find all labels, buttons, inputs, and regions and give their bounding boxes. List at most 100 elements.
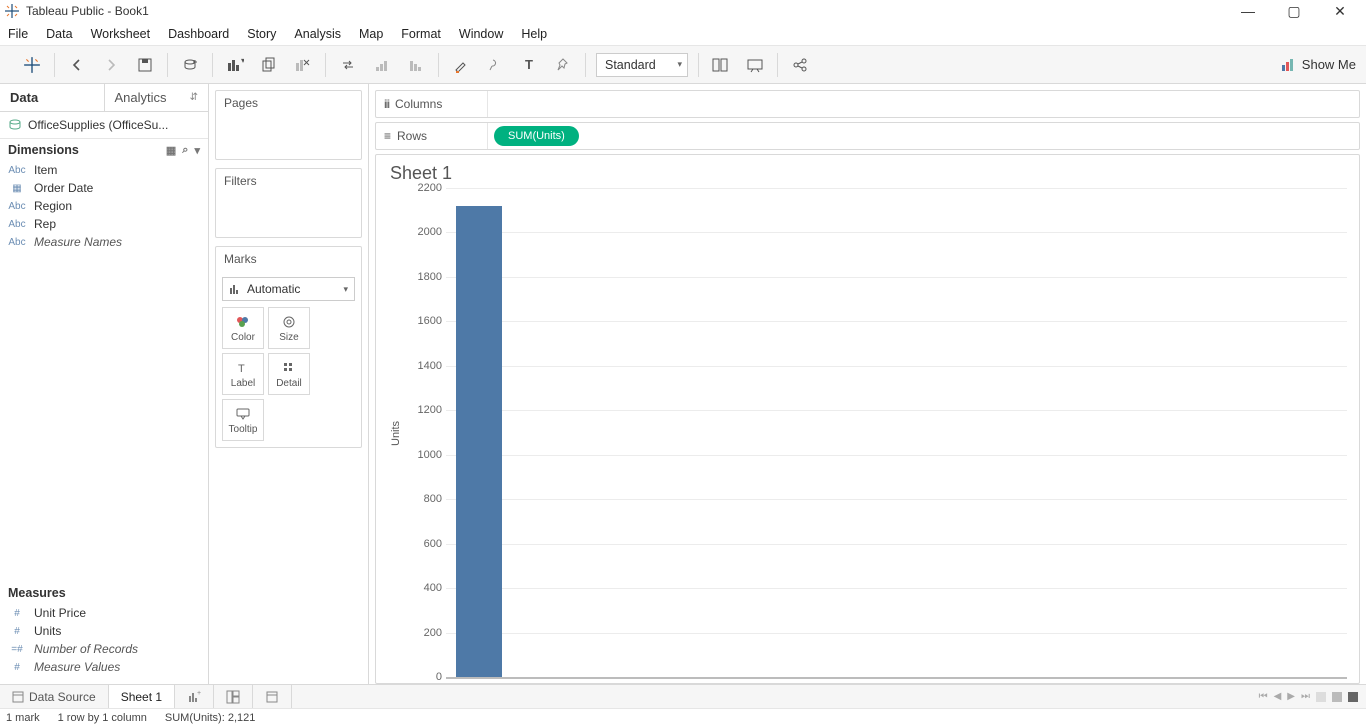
window-minimize-button[interactable]: — [1234,3,1262,20]
field-item[interactable]: AbcItem [0,161,208,179]
y-tick: 800 [424,493,442,505]
window-title: Tableau Public - Book1 [26,4,1234,18]
menu-file[interactable]: File [8,27,28,41]
viz-area: Sheet 1 Units 02004006008001000120014001… [375,154,1360,684]
fit-select[interactable]: Standard [596,53,688,77]
tableau-logo-icon [4,3,20,19]
marks-size-button[interactable]: Size [268,307,310,349]
group-button[interactable] [483,53,507,77]
show-tabs-icon[interactable] [1316,692,1326,702]
show-me-icon [1280,57,1296,73]
field-rep[interactable]: AbcRep [0,215,208,233]
duplicate-button[interactable] [257,53,281,77]
sheet-tabs: Data Source Sheet 1 + ⏮ ◀ ▶ ⏭ [0,684,1366,708]
nav-last-icon[interactable]: ⏭ [1301,691,1310,702]
columns-icon: iii [384,97,389,111]
marks-detail-button[interactable]: Detail [268,353,310,395]
abc-icon: Abc [8,165,26,176]
marks-tooltip-button[interactable]: Tooltip [222,399,264,441]
sort-asc-button[interactable] [370,53,394,77]
show-me-button[interactable]: Show Me [1280,57,1356,73]
forward-button[interactable] [99,53,123,77]
status-marks: 1 mark [6,712,40,724]
menu-worksheet[interactable]: Worksheet [91,27,151,41]
menu-map[interactable]: Map [359,27,383,41]
marks-card: Marks Automatic Color Size TLabel Detail… [215,246,362,448]
text-button[interactable]: T [517,53,541,77]
new-dashboard-tab[interactable] [214,685,253,708]
menu-help[interactable]: Help [521,27,547,41]
clear-button[interactable] [291,53,315,77]
measures-list: #Unit Price #Units =#Number of Records #… [0,604,208,684]
nav-next-icon[interactable]: ▶ [1287,691,1295,702]
nav-prev-icon[interactable]: ◀ [1274,691,1282,702]
sort-desc-button[interactable] [404,53,428,77]
tableau-icon[interactable] [20,53,44,77]
abc-icon: Abc [8,219,26,230]
pin-button[interactable] [551,53,575,77]
rows-shelf[interactable]: ≡Rows SUM(Units) [375,122,1360,150]
presentation-button[interactable] [743,53,767,77]
new-worksheet-tab[interactable]: + [175,685,214,708]
nav-first-icon[interactable]: ⏮ [1259,691,1268,702]
field-number-of-records[interactable]: =#Number of Records [0,640,208,658]
share-button[interactable] [788,53,812,77]
save-button[interactable] [133,53,157,77]
field-region[interactable]: AbcRegion [0,197,208,215]
menu-window[interactable]: Window [459,27,503,41]
back-button[interactable] [65,53,89,77]
window-close-button[interactable]: ✕ [1326,3,1354,20]
chart-plot[interactable] [446,188,1347,679]
menubar: File Data Worksheet Dashboard Story Anal… [0,22,1366,46]
menu-data[interactable]: Data [46,27,72,41]
measures-heading: Measures [0,582,208,604]
new-datasource-button[interactable] [178,53,202,77]
new-worksheet-button[interactable]: ▾ [223,53,247,77]
bar[interactable] [456,206,502,677]
menu-story[interactable]: Story [247,27,276,41]
marks-color-button[interactable]: Color [222,307,264,349]
swap-button[interactable] [336,53,360,77]
filters-card[interactable]: Filters [215,168,362,238]
menu-format[interactable]: Format [401,27,441,41]
tab-analytics[interactable]: Analytics ⇵ [105,84,209,111]
fields-menu-icon[interactable]: ▾ [194,144,200,157]
menu-dashboard[interactable]: Dashboard [168,27,229,41]
pages-card[interactable]: Pages [215,90,362,160]
window-maximize-button[interactable]: ▢ [1280,3,1308,20]
marks-type-select[interactable]: Automatic [222,277,355,301]
canvas-pane: iiiColumns ≡Rows SUM(Units) Sheet 1 Unit… [369,84,1366,684]
y-tick: 0 [436,671,442,683]
field-order-date[interactable]: ▦Order Date [0,179,208,197]
pill-sum-units[interactable]: SUM(Units) [494,126,579,146]
y-tick: 1200 [418,404,442,416]
y-tick: 200 [424,627,442,639]
sheet-title[interactable]: Sheet 1 [388,163,1347,184]
tab-data-source[interactable]: Data Source [0,685,109,708]
show-cards-button[interactable] [709,53,733,77]
view-as-icon[interactable]: ▦ [166,144,176,157]
toolbar: ▾ T Standard Show Me [0,46,1366,84]
marks-label-button[interactable]: TLabel [222,353,264,395]
tab-data[interactable]: Data [0,84,105,111]
columns-shelf[interactable]: iiiColumns [375,90,1360,118]
field-units[interactable]: #Units [0,622,208,640]
show-filmstrip-icon[interactable] [1332,692,1342,702]
tab-sheet-1[interactable]: Sheet 1 [109,685,175,708]
datasource-name: OfficeSupplies (OfficeSu... [28,118,168,132]
field-measure-values[interactable]: #Measure Values [0,658,208,676]
search-fields-icon[interactable]: ⌕ [182,144,188,157]
rows-icon: ≡ [384,129,391,143]
y-tick: 2200 [418,182,442,194]
datasource-tab-icon [12,691,24,703]
svg-text:T: T [238,363,245,375]
menu-analysis[interactable]: Analysis [294,27,341,41]
new-story-tab[interactable] [253,685,292,708]
show-sorter-icon[interactable] [1348,692,1358,702]
highlight-button[interactable] [449,53,473,77]
datasource-row[interactable]: OfficeSupplies (OfficeSu... [0,112,208,139]
field-unit-price[interactable]: #Unit Price [0,604,208,622]
statusbar: 1 mark 1 row by 1 column SUM(Units): 2,1… [0,708,1366,726]
y-tick: 1400 [418,360,442,372]
field-measure-names[interactable]: AbcMeasure Names [0,233,208,251]
